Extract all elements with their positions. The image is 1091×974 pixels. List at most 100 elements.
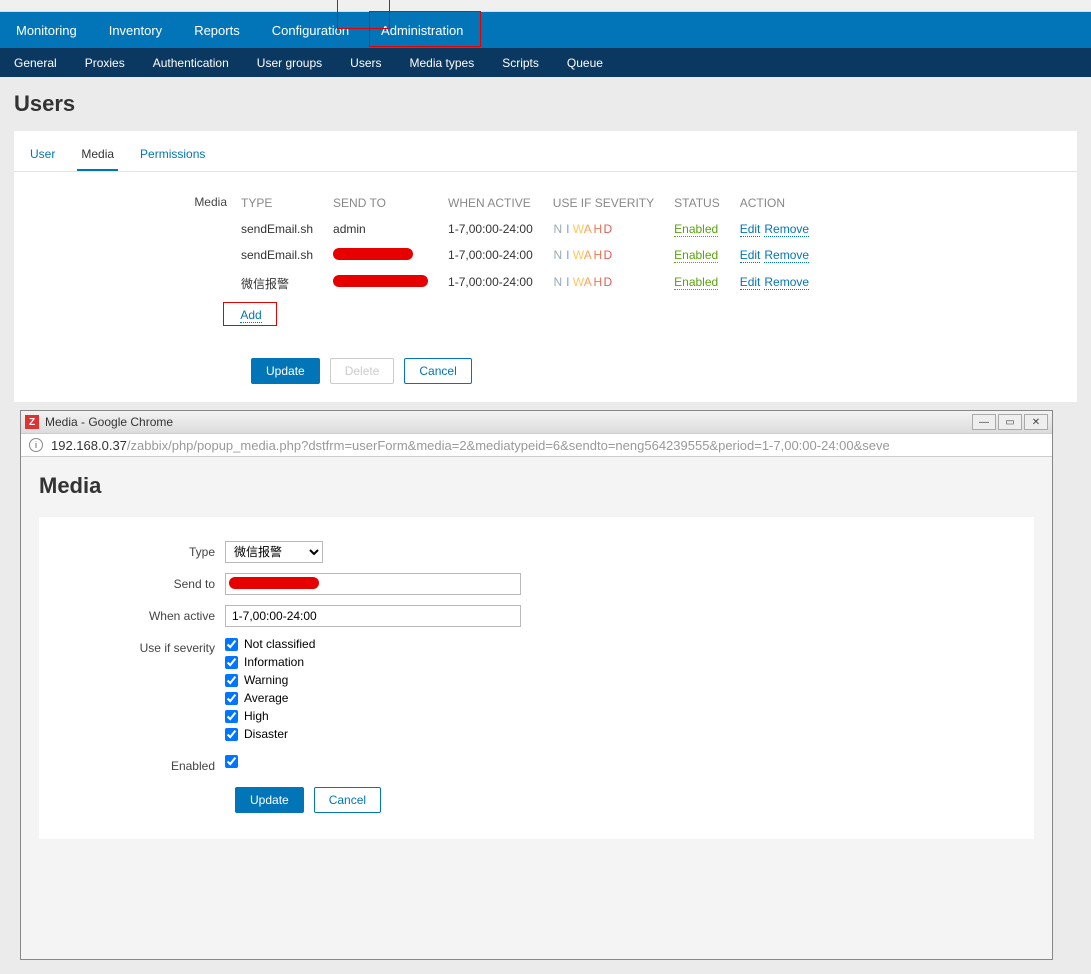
sev-disaster-label: Disaster [244, 727, 288, 741]
status-toggle[interactable]: Enabled [674, 275, 718, 290]
update-button[interactable]: Update [251, 358, 320, 384]
sev-average-label: Average [244, 691, 288, 705]
cell-sendto [333, 244, 446, 269]
sev-warning-label: Warning [244, 673, 288, 687]
col-sendto: SEND TO [333, 192, 446, 216]
minimize-icon[interactable]: ― [972, 414, 996, 430]
col-status: STATUS [674, 192, 738, 216]
sendto-label: Send to [39, 573, 225, 595]
type-select[interactable]: 微信报警 [225, 541, 323, 563]
remove-link[interactable]: Remove [764, 222, 809, 237]
media-label: Media [14, 190, 239, 336]
col-severity: USE IF SEVERITY [553, 192, 672, 216]
media-row: Media TYPE SEND TO WHEN ACTIVE USE IF SE… [14, 190, 1077, 336]
edit-link[interactable]: Edit [740, 248, 761, 263]
subnav-proxies[interactable]: Proxies [71, 48, 139, 77]
enabled-label: Enabled [39, 755, 225, 773]
sev-high-checkbox[interactable] [225, 710, 238, 723]
sev-average-checkbox[interactable] [225, 692, 238, 705]
cell-when: 1-7,00:00-24:00 [448, 271, 551, 298]
cell-type: sendEmail.sh [241, 218, 331, 242]
table-row: 微信报警 1-7,00:00-24:00 NIWAHD Enabled Edit… [241, 271, 831, 298]
highlight-box-users [337, 0, 390, 29]
enabled-checkbox[interactable] [225, 755, 238, 768]
subnav-authentication[interactable]: Authentication [139, 48, 243, 77]
redacted [229, 577, 319, 589]
page-title: Users [14, 91, 1077, 117]
edit-link[interactable]: Edit [740, 275, 761, 290]
redacted [333, 275, 428, 287]
status-toggle[interactable]: Enabled [674, 248, 718, 263]
browser-tab-strip [0, 0, 1091, 12]
sev-high-label: High [244, 709, 269, 723]
maximize-icon[interactable]: ▭ [998, 414, 1022, 430]
popup-cancel-button[interactable]: Cancel [314, 787, 381, 813]
tab-user[interactable]: User [26, 141, 59, 171]
sev-notclassified-checkbox[interactable] [225, 638, 238, 651]
popup-titlebar[interactable]: Z Media - Google Chrome ― ▭ ✕ [21, 411, 1052, 433]
whenactive-label: When active [39, 605, 225, 627]
user-tabs: User Media Permissions [14, 141, 1077, 172]
secondary-nav: General Proxies Authentication User grou… [0, 48, 1091, 77]
highlight-box-add [223, 302, 277, 326]
url-path: /zabbix/php/popup_media.php?dstfrm=userF… [127, 438, 890, 453]
user-card: User Media Permissions Media TYPE SEND T… [14, 131, 1077, 402]
subnav-user-groups[interactable]: User groups [243, 48, 336, 77]
cell-type: 微信报警 [241, 271, 331, 298]
sev-information-label: Information [244, 655, 304, 669]
col-action: ACTION [740, 192, 831, 216]
subnav-scripts[interactable]: Scripts [488, 48, 553, 77]
sev-information-checkbox[interactable] [225, 656, 238, 669]
popup-button-row: Update Cancel [235, 787, 1034, 813]
remove-link[interactable]: Remove [764, 248, 809, 263]
subnav-media-types[interactable]: Media types [396, 48, 489, 77]
cell-sev: NIWAHD [553, 218, 672, 242]
cell-sendto [333, 271, 446, 298]
sev-notclassified-label: Not classified [244, 637, 315, 651]
cell-when: 1-7,00:00-24:00 [448, 218, 551, 242]
table-row: sendEmail.sh 1-7,00:00-24:00 NIWAHD Enab… [241, 244, 831, 269]
cell-sev: NIWAHD [553, 244, 672, 269]
popup-address-bar[interactable]: i 192.168.0.37/zabbix/php/popup_media.ph… [21, 433, 1052, 457]
popup-title: Media [39, 473, 1034, 499]
status-toggle[interactable]: Enabled [674, 222, 718, 237]
popup-window: Z Media - Google Chrome ― ▭ ✕ i 192.168.… [20, 410, 1053, 960]
zabbix-favicon: Z [25, 415, 39, 429]
page-body: Users User Media Permissions Media TYPE … [0, 77, 1091, 974]
popup-window-title: Media - Google Chrome [45, 415, 173, 429]
close-icon[interactable]: ✕ [1024, 414, 1048, 430]
whenactive-input[interactable] [225, 605, 521, 627]
nav-inventory[interactable]: Inventory [93, 12, 178, 48]
delete-button: Delete [330, 358, 395, 384]
sev-disaster-checkbox[interactable] [225, 728, 238, 741]
cell-when: 1-7,00:00-24:00 [448, 244, 551, 269]
cell-type: sendEmail.sh [241, 244, 331, 269]
button-row: Update Delete Cancel [251, 358, 1077, 384]
edit-link[interactable]: Edit [740, 222, 761, 237]
subnav-general[interactable]: General [0, 48, 71, 77]
severity-label: Use if severity [39, 637, 225, 745]
type-label: Type [39, 541, 225, 563]
popup-form-card: Type 微信报警 Send to When active [39, 517, 1034, 839]
col-whenactive: WHEN ACTIVE [448, 192, 551, 216]
tab-permissions[interactable]: Permissions [136, 141, 209, 171]
remove-link[interactable]: Remove [764, 275, 809, 290]
cancel-button[interactable]: Cancel [404, 358, 471, 384]
cell-sendto: admin [333, 218, 446, 242]
popup-content: Media Type 微信报警 Send to [21, 457, 1052, 959]
redacted [333, 248, 413, 260]
popup-update-button[interactable]: Update [235, 787, 304, 813]
table-row: sendEmail.sh admin 1-7,00:00-24:00 NIWAH… [241, 218, 831, 242]
subnav-users[interactable]: Users [336, 48, 395, 77]
tab-media[interactable]: Media [77, 141, 118, 171]
media-table: TYPE SEND TO WHEN ACTIVE USE IF SEVERITY… [239, 190, 833, 336]
nav-reports[interactable]: Reports [178, 12, 256, 48]
info-icon[interactable]: i [29, 438, 43, 452]
primary-nav: Monitoring Inventory Reports Configurati… [0, 12, 1091, 48]
cell-sev: NIWAHD [553, 271, 672, 298]
col-type: TYPE [241, 192, 331, 216]
nav-monitoring[interactable]: Monitoring [0, 12, 93, 48]
sev-warning-checkbox[interactable] [225, 674, 238, 687]
subnav-queue[interactable]: Queue [553, 48, 617, 77]
url-host: 192.168.0.37 [51, 438, 127, 453]
